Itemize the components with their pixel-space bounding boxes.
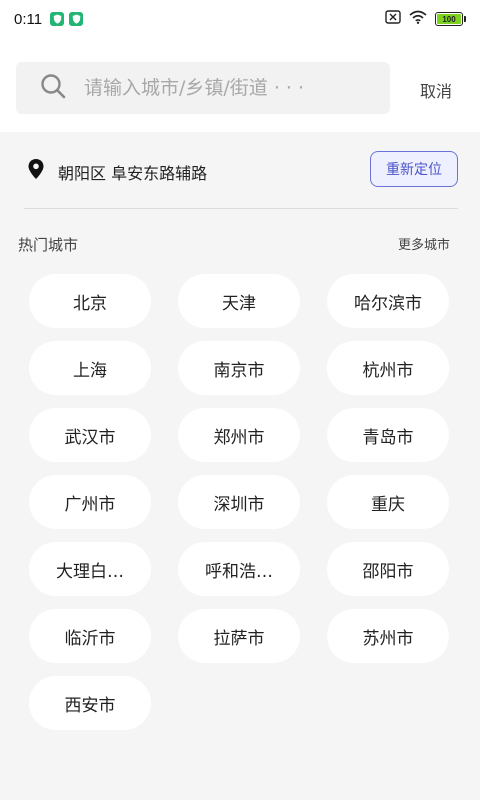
no-sim-icon xyxy=(385,10,401,28)
city-button[interactable]: 北京 xyxy=(29,274,151,328)
city-button[interactable]: 杭州市 xyxy=(327,341,449,395)
current-location-text: 朝阳区 阜安东路辅路 xyxy=(58,164,208,183)
city-button[interactable]: 大理白… xyxy=(29,542,151,596)
status-time: 0:11 xyxy=(14,10,43,28)
divider xyxy=(24,208,458,209)
location-pin-icon xyxy=(27,158,45,184)
wifi-icon xyxy=(409,10,427,28)
battery-icon: 100 xyxy=(435,12,466,26)
hot-cities-grid: 北京 天津 哈尔滨市 上海 南京市 杭州市 武汉市 郑州市 青岛市 广州市 深圳… xyxy=(29,274,451,730)
shield-app-icon xyxy=(50,12,65,26)
hot-cities-title: 热门城市 xyxy=(18,236,79,254)
search-input[interactable] xyxy=(84,77,364,99)
status-bar: 0:11 100 xyxy=(0,0,480,38)
city-button[interactable]: 郑州市 xyxy=(178,408,300,462)
city-button[interactable]: 深圳市 xyxy=(178,475,300,529)
current-location-row: 朝阳区 阜安东路辅路 重新定位 xyxy=(0,132,480,208)
city-button[interactable]: 天津 xyxy=(178,274,300,328)
city-button[interactable]: 哈尔滨市 xyxy=(327,274,449,328)
city-button[interactable]: 上海 xyxy=(29,341,151,395)
search-header: 取消 xyxy=(0,38,480,132)
search-box[interactable] xyxy=(16,62,390,114)
city-button[interactable]: 青岛市 xyxy=(327,408,449,462)
battery-level: 100 xyxy=(437,14,461,24)
relocate-button[interactable]: 重新定位 xyxy=(370,151,458,187)
city-button[interactable]: 武汉市 xyxy=(29,408,151,462)
city-button[interactable]: 重庆 xyxy=(327,475,449,529)
cancel-button[interactable]: 取消 xyxy=(420,78,452,102)
shield-app-icon-2 xyxy=(69,12,84,26)
city-button[interactable]: 拉萨市 xyxy=(178,609,300,663)
city-button[interactable]: 呼和浩… xyxy=(178,542,300,596)
search-icon xyxy=(40,73,66,103)
city-button[interactable]: 西安市 xyxy=(29,676,151,730)
city-button[interactable]: 广州市 xyxy=(29,475,151,529)
city-button[interactable]: 南京市 xyxy=(178,341,300,395)
city-button[interactable]: 临沂市 xyxy=(29,609,151,663)
more-cities-link[interactable]: 更多城市 xyxy=(398,234,450,253)
city-button[interactable]: 邵阳市 xyxy=(327,542,449,596)
city-button[interactable]: 苏州市 xyxy=(327,609,449,663)
